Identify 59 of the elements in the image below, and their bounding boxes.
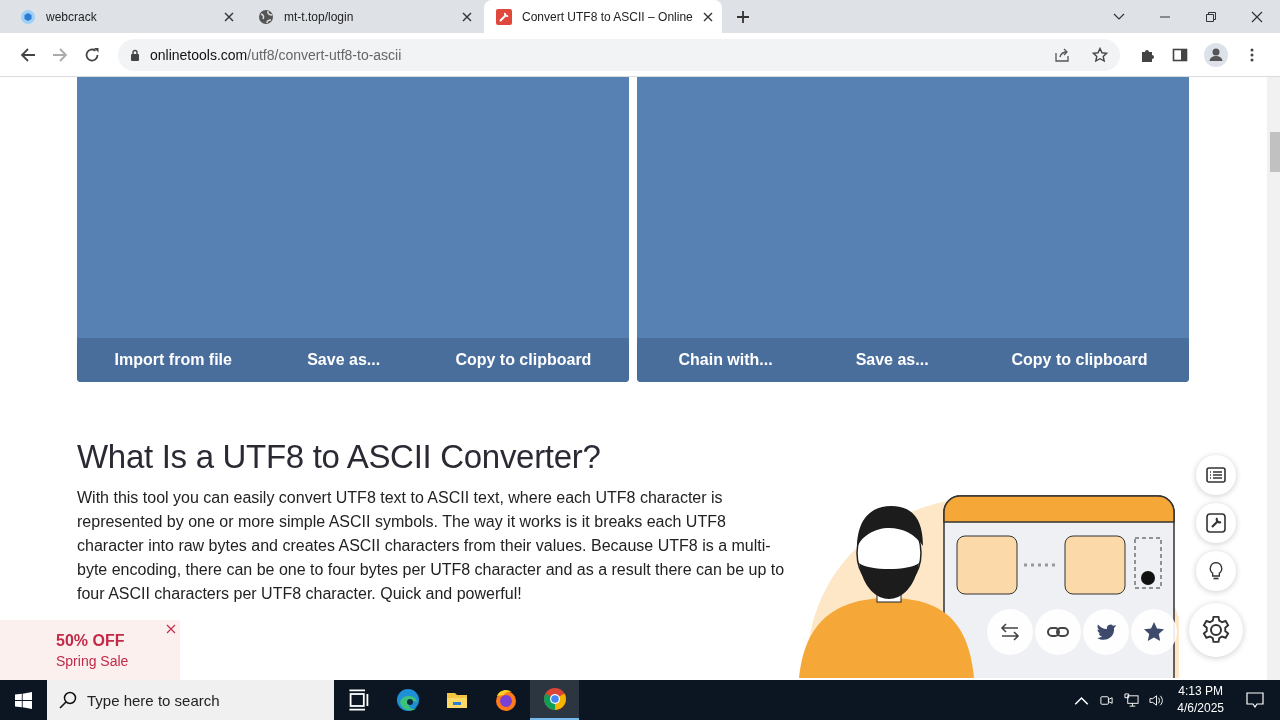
star-icon <box>1142 620 1166 644</box>
tab-title: Convert UTF8 to ASCII – Online <box>522 9 693 24</box>
list-icon <box>1206 465 1226 485</box>
restore-icon[interactable] <box>1205 10 1217 23</box>
share-icon[interactable] <box>1054 46 1070 63</box>
close-icon[interactable] <box>1251 10 1263 23</box>
edge-icon[interactable] <box>395 688 420 712</box>
promo-banner[interactable]: 50% OFF Spring Sale <box>0 620 180 680</box>
cube-icon <box>20 8 36 25</box>
browser-tab[interactable]: mt-t.top/login <box>246 0 484 33</box>
new-tab-icon[interactable] <box>736 9 750 24</box>
globe-icon <box>258 8 274 25</box>
close-icon[interactable] <box>702 11 713 22</box>
article-heading: What Is a UTF8 to ASCII Converter? <box>77 438 602 476</box>
url-text: onlinetools.com/utf8/convert-utf8-to-ascii <box>150 46 402 63</box>
back-icon[interactable] <box>20 46 36 63</box>
settings-button[interactable] <box>1189 603 1243 657</box>
promo-title: 50% OFF <box>56 631 126 650</box>
task-view-icon[interactable] <box>346 688 371 712</box>
close-icon[interactable] <box>462 11 472 22</box>
notification-icon[interactable] <box>1246 692 1264 708</box>
side-panel-icon[interactable] <box>1172 46 1188 63</box>
tab-title: webcrack <box>46 9 98 24</box>
taskbar-search-field[interactable]: Type here to search <box>47 680 334 720</box>
settings-icon <box>1201 615 1231 645</box>
chrome-icon[interactable] <box>542 687 567 711</box>
firefox-icon[interactable] <box>493 688 518 712</box>
close-icon[interactable] <box>224 11 234 22</box>
lock-icon <box>130 48 140 61</box>
wrench-icon <box>1206 513 1226 533</box>
clock-time: 4:13 PM <box>1178 683 1223 700</box>
star-icon[interactable] <box>1092 46 1108 63</box>
list-button[interactable] <box>1196 455 1236 495</box>
search-icon <box>59 691 77 709</box>
wrench-icon <box>496 8 512 25</box>
panel-button[interactable]: Copy to clipboard <box>1005 347 1154 373</box>
panel-button[interactable]: Save as... <box>301 347 387 373</box>
browser-tab[interactable]: Convert UTF8 to ASCII – Online <box>484 0 722 33</box>
scrollbar-thumb[interactable] <box>1270 132 1280 172</box>
panel-button[interactable]: Import from file <box>108 347 238 373</box>
text-panel[interactable]: Import from file Save as... Copy to clipboard <box>77 77 629 382</box>
idea-button[interactable] <box>1196 551 1236 591</box>
address-bar[interactable]: onlinetools.com/utf8/convert-utf8-to-ascii <box>118 38 1120 71</box>
panel-button[interactable]: Copy to clipboard <box>449 347 598 373</box>
browser-tab[interactable]: webcrack <box>8 0 246 33</box>
clock-date: 4/6/2025 <box>1177 700 1224 717</box>
panel-button[interactable]: Save as... <box>849 347 935 373</box>
reload-icon[interactable] <box>84 46 100 63</box>
speaker-icon[interactable] <box>1149 692 1165 708</box>
tab-title: mt-t.top/login <box>284 9 355 24</box>
panel-button[interactable]: Chain with... <box>672 347 779 373</box>
promo-subtitle: Spring Sale <box>56 652 130 669</box>
text-panel[interactable]: Chain with... Save as... Copy to clipboard <box>637 77 1189 382</box>
windows-start-icon[interactable] <box>15 691 32 709</box>
search-placeholder: Type here to search <box>87 691 220 709</box>
network-icon[interactable] <box>1124 692 1140 708</box>
profile-icon[interactable] <box>1204 42 1228 67</box>
article-paragraph: With this tool you can easily convert UTF8 text to ASCII text, where each UTF8 character is represented by one or more simple ASCII symbols. The way it works is it breaks each UTF8 character into raw bytes and creates ASCII characters from their values. Because UTF8 is a multi-byte encoding, there can be one to four bytes per UTF8 character and as a result there can be up to four ASCII characters per UTF8 character. Quick and powerful! <box>77 488 786 604</box>
tool-button[interactable] <box>1196 503 1236 543</box>
